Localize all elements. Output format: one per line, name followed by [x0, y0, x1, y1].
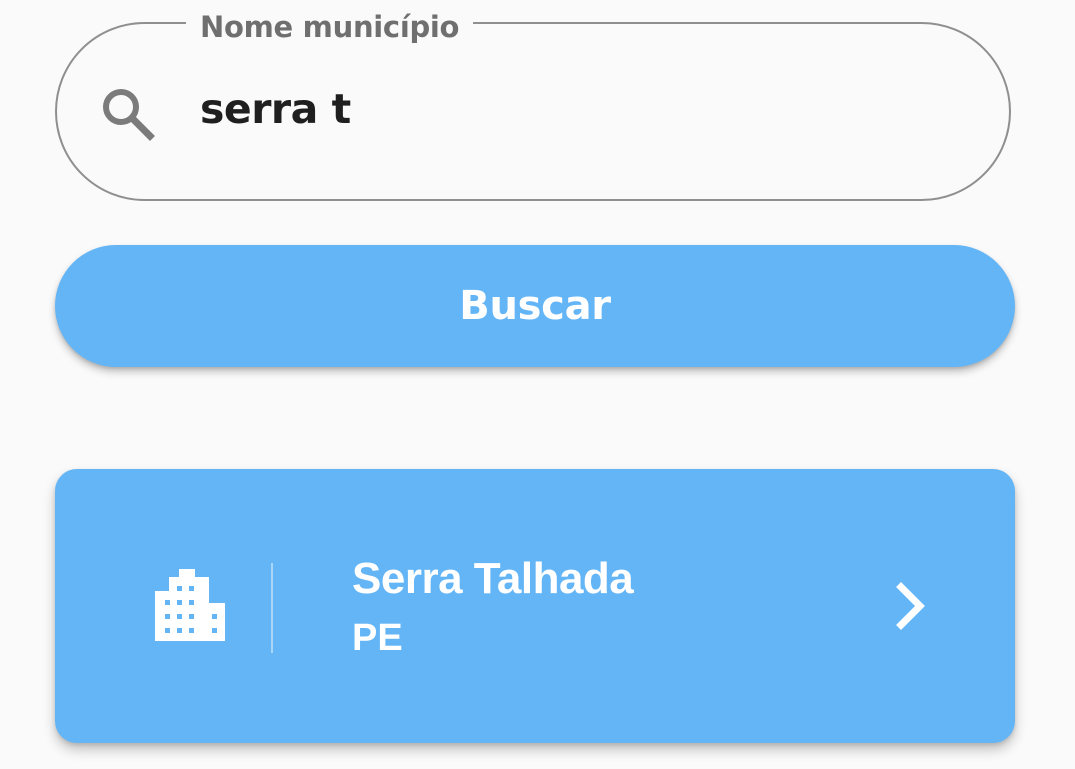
result-state: PE [352, 617, 403, 659]
chevron-right-icon[interactable] [891, 581, 931, 631]
result-city-name: Serra Talhada [352, 554, 634, 603]
search-screen: Nome município serra t Buscar Serra Talh… [0, 0, 1075, 769]
card-divider [271, 563, 273, 653]
search-button[interactable]: Buscar [55, 245, 1015, 367]
search-field-label: Nome município [186, 10, 474, 44]
result-card[interactable]: Serra Talhada PE [55, 469, 1015, 743]
search-input[interactable]: serra t [200, 84, 351, 134]
search-field[interactable] [55, 22, 1011, 201]
building-icon [155, 569, 225, 641]
search-button-label: Buscar [459, 283, 611, 329]
search-icon [103, 89, 155, 141]
